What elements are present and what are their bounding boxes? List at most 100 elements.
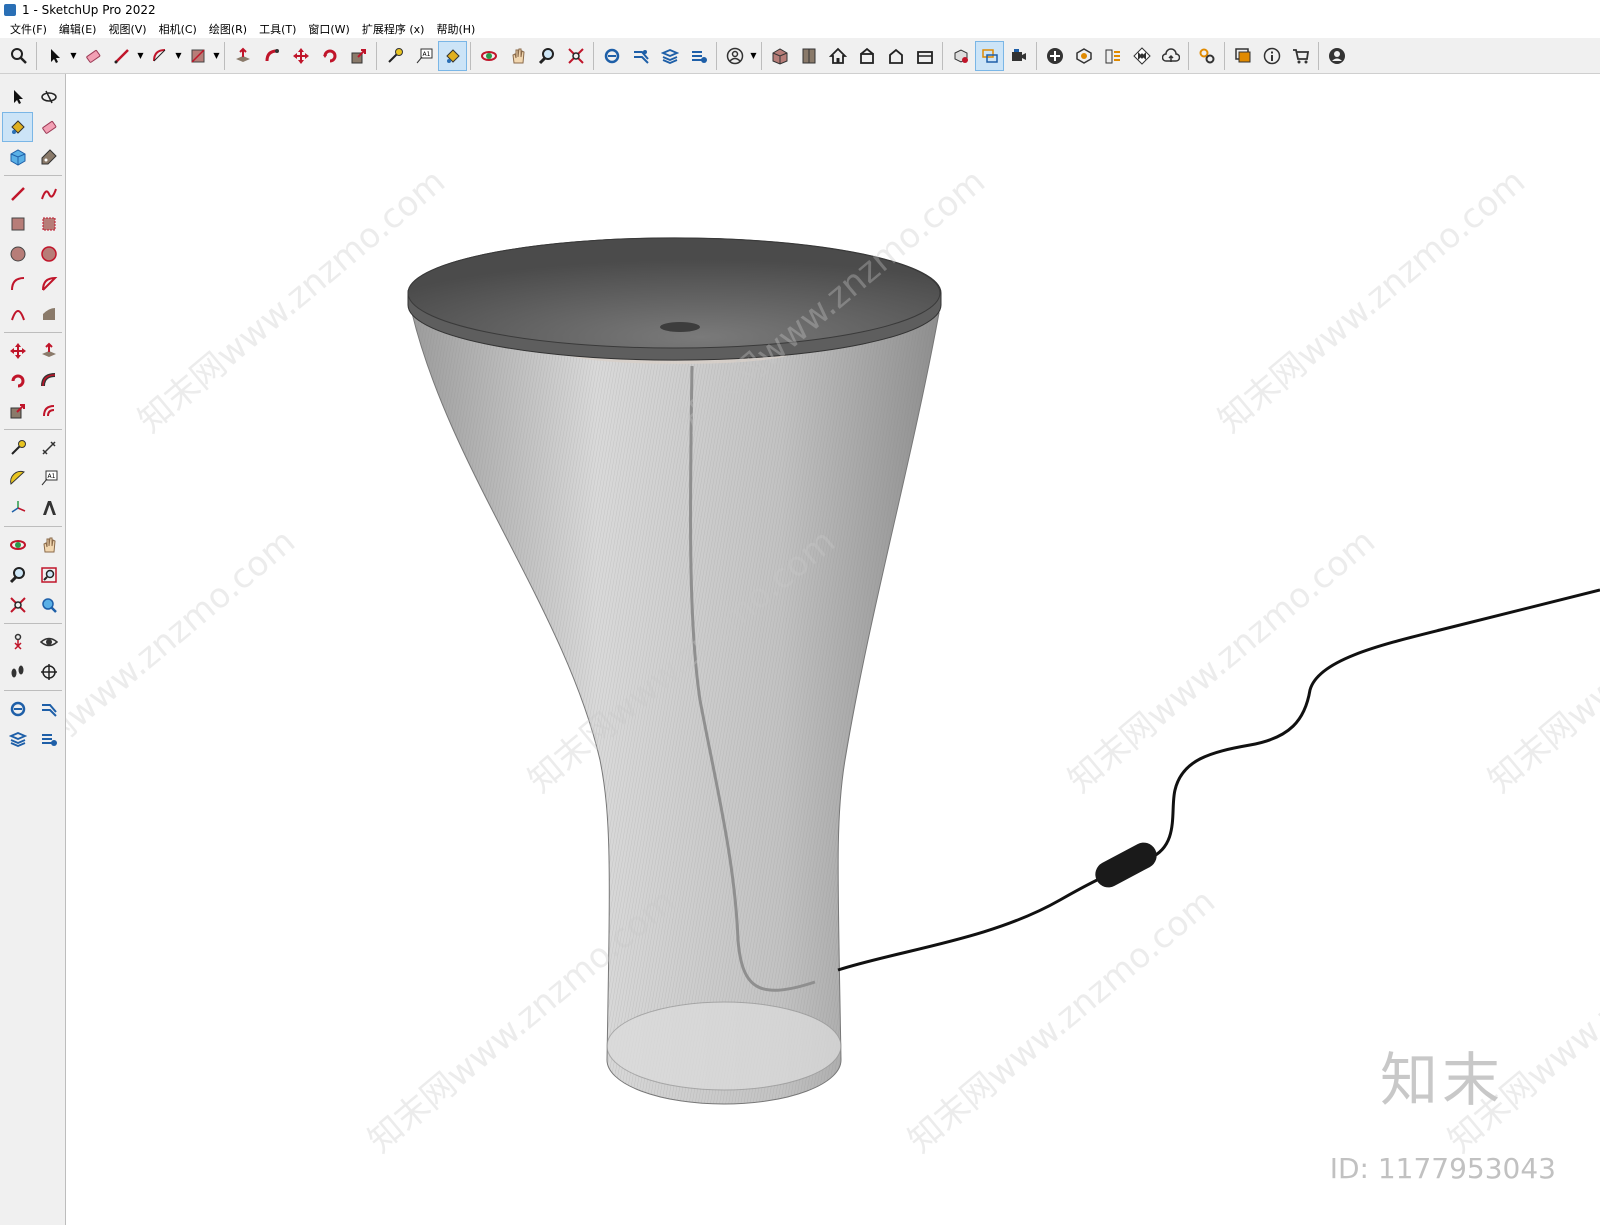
rectangle-icon[interactable] bbox=[183, 41, 212, 71]
orbit-icon[interactable] bbox=[474, 41, 503, 71]
section-fill-icon[interactable] bbox=[655, 41, 684, 71]
rotate-icon[interactable] bbox=[315, 41, 344, 71]
paint-bucket-icon[interactable] bbox=[2, 112, 33, 142]
orbit-small-icon[interactable] bbox=[2, 530, 33, 560]
rectangle-dropdown-icon[interactable]: ▼ bbox=[212, 41, 221, 71]
tape-measure-icon[interactable] bbox=[380, 41, 409, 71]
pencil-dropdown-icon[interactable]: ▼ bbox=[136, 41, 145, 71]
text-icon[interactable]: A1 bbox=[409, 41, 438, 71]
menu-window[interactable]: 窗口(W) bbox=[302, 21, 355, 37]
top-view-icon[interactable] bbox=[852, 41, 881, 71]
pie-icon[interactable] bbox=[33, 269, 64, 299]
checker-icon[interactable] bbox=[1127, 41, 1156, 71]
select-icon[interactable] bbox=[2, 82, 33, 112]
scale-icon[interactable] bbox=[2, 396, 33, 426]
previous-view-icon[interactable] bbox=[33, 590, 64, 620]
menu-edit[interactable]: 编辑(E) bbox=[53, 21, 103, 37]
arc-icon[interactable] bbox=[2, 269, 33, 299]
walk-icon[interactable] bbox=[2, 657, 33, 687]
zoom-icon[interactable] bbox=[2, 560, 33, 590]
menu-help[interactable]: 帮助(H) bbox=[430, 21, 481, 37]
menu-extensions[interactable]: 扩展程序 (x) bbox=[356, 21, 431, 37]
freehand-icon[interactable] bbox=[33, 179, 64, 209]
menu-camera[interactable]: 相机(C) bbox=[153, 21, 203, 37]
arc-icon[interactable] bbox=[145, 41, 174, 71]
rectangle-icon[interactable] bbox=[2, 209, 33, 239]
menu-file[interactable]: 文件(F) bbox=[4, 21, 53, 37]
axes-icon[interactable] bbox=[2, 493, 33, 523]
cord-switch[interactable] bbox=[1091, 838, 1161, 892]
circle-icon[interactable] bbox=[2, 239, 33, 269]
camera-icon[interactable] bbox=[1004, 41, 1033, 71]
zoom-icon[interactable] bbox=[532, 41, 561, 71]
info-icon[interactable] bbox=[1257, 41, 1286, 71]
tag-icon[interactable] bbox=[33, 142, 64, 172]
polygon-icon[interactable] bbox=[33, 239, 64, 269]
menu-tools[interactable]: 工具(T) bbox=[253, 21, 302, 37]
position-camera-icon[interactable] bbox=[2, 627, 33, 657]
section-d-icon[interactable] bbox=[33, 724, 64, 754]
component-icon[interactable] bbox=[2, 142, 33, 172]
section-b-icon[interactable] bbox=[33, 694, 64, 724]
scale-icon[interactable] bbox=[344, 41, 373, 71]
offset-icon[interactable] bbox=[33, 396, 64, 426]
select-dropdown-icon[interactable]: ▼ bbox=[69, 41, 78, 71]
protractor-icon[interactable] bbox=[2, 463, 33, 493]
profile-icon[interactable] bbox=[1322, 41, 1351, 71]
3-point-arc-icon[interactable] bbox=[2, 299, 33, 329]
settings-icon[interactable] bbox=[1192, 41, 1221, 71]
layers-icon[interactable] bbox=[1098, 41, 1127, 71]
push-pull-icon[interactable] bbox=[33, 336, 64, 366]
comment-icon[interactable] bbox=[1228, 41, 1257, 71]
section-cut-icon[interactable] bbox=[684, 41, 713, 71]
zoom-window-icon[interactable] bbox=[33, 560, 64, 590]
ruby-console-icon[interactable] bbox=[946, 41, 975, 71]
select-icon[interactable] bbox=[40, 41, 69, 71]
components-icon[interactable] bbox=[794, 41, 823, 71]
rotated-rectangle-icon[interactable] bbox=[33, 209, 64, 239]
push-pull-icon[interactable] bbox=[228, 41, 257, 71]
tape-measure-icon[interactable] bbox=[2, 433, 33, 463]
move-icon[interactable] bbox=[2, 336, 33, 366]
arc-dropdown-icon[interactable]: ▼ bbox=[174, 41, 183, 71]
follow-me-icon[interactable] bbox=[257, 41, 286, 71]
scenes-icon[interactable] bbox=[975, 40, 1004, 71]
menu-view[interactable]: 视图(V) bbox=[102, 21, 152, 37]
pencil-icon[interactable] bbox=[107, 41, 136, 71]
zoom-extents-icon[interactable] bbox=[2, 590, 33, 620]
3d-text-icon[interactable] bbox=[33, 493, 64, 523]
move-icon[interactable] bbox=[286, 41, 315, 71]
power-cord[interactable] bbox=[837, 588, 1600, 972]
cloud-icon[interactable] bbox=[1156, 41, 1185, 71]
section-plane-icon[interactable] bbox=[33, 657, 64, 687]
dimension-icon[interactable] bbox=[33, 433, 64, 463]
pencil-icon[interactable] bbox=[2, 179, 33, 209]
orbit-icon[interactable] bbox=[33, 82, 64, 112]
eraser-icon[interactable] bbox=[78, 41, 107, 71]
add-icon[interactable] bbox=[1040, 41, 1069, 71]
warehouse-icon[interactable] bbox=[765, 41, 794, 71]
section-icon[interactable] bbox=[597, 41, 626, 71]
home-view-icon[interactable] bbox=[823, 41, 852, 71]
paint-bucket-icon[interactable] bbox=[438, 40, 467, 71]
section-a-icon[interactable] bbox=[2, 694, 33, 724]
menu-draw[interactable]: 绘图(R) bbox=[203, 21, 253, 37]
pan-icon[interactable] bbox=[503, 41, 532, 71]
styles-icon[interactable] bbox=[1069, 41, 1098, 71]
eraser-icon[interactable] bbox=[33, 112, 64, 142]
pan-icon[interactable] bbox=[33, 530, 64, 560]
rotate-icon[interactable] bbox=[2, 366, 33, 396]
account-dropdown-icon[interactable]: ▼ bbox=[749, 41, 758, 71]
section-c-icon[interactable] bbox=[2, 724, 33, 754]
search-icon[interactable] bbox=[4, 41, 33, 71]
section-display-icon[interactable] bbox=[626, 41, 655, 71]
account-icon[interactable] bbox=[720, 41, 749, 71]
modeling-viewport[interactable]: 知末 ID: 1177953043 知末网www.znzmo.com 知末网www… bbox=[66, 74, 1600, 1225]
follow-me-icon[interactable] bbox=[33, 366, 64, 396]
text-icon[interactable]: A1 bbox=[33, 463, 64, 493]
zoom-extents-icon[interactable] bbox=[561, 41, 590, 71]
cart-icon[interactable] bbox=[1286, 41, 1315, 71]
side-view-icon[interactable] bbox=[910, 41, 939, 71]
2-point-arc-icon[interactable] bbox=[33, 299, 64, 329]
look-around-icon[interactable] bbox=[33, 627, 64, 657]
